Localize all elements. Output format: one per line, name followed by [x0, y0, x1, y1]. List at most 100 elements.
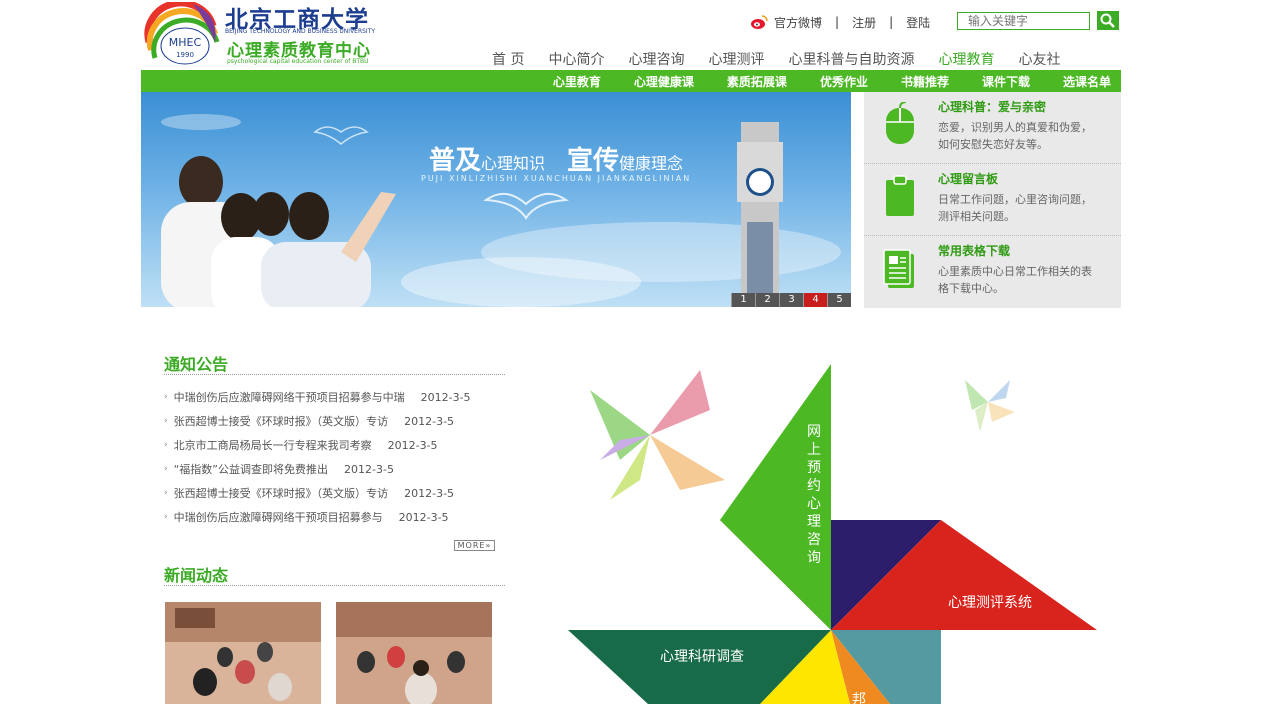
list-item[interactable]: › “福指数”公益调查即将免费推出 2012-3-5 — [164, 457, 509, 481]
nav-resources[interactable]: 心里科普与自助资源 — [776, 49, 926, 69]
notice-date: 2012-3-5 — [398, 510, 449, 524]
list-item[interactable]: › 北京市工商局杨局长一行专程来我司考察 2012-3-5 — [164, 433, 509, 457]
search-button[interactable] — [1097, 11, 1119, 30]
top-links: 官方微博 | 注册 | 登陆 — [750, 12, 930, 32]
service-pinwheel: 网上预约心理咨询 心理测评系统 心理科研调查 邦 — [560, 350, 1120, 704]
notice-text[interactable]: 张西超博士接受《环球时报》（英文版）专访 — [174, 413, 389, 429]
research-label[interactable]: 心理科研调查 — [660, 649, 744, 665]
subnav-book-recommend[interactable]: 书籍推荐 — [901, 73, 949, 90]
subnav-excellent-work[interactable]: 优秀作业 — [820, 73, 868, 90]
notice-text[interactable]: 张西超博士接受《环球时报》（英文版）专访 — [174, 485, 389, 501]
quick-link-desc: 恋爱，识别男人的真爱和伪爱，如何安慰失恋好友等。 — [938, 121, 1092, 151]
booking-label-char: 约 — [807, 478, 821, 494]
weibo-icon[interactable] — [750, 14, 768, 30]
subnav-health-course[interactable]: 心理健康课 — [634, 73, 694, 90]
mhec-logo-icon: MHEC 1990 — [144, 2, 220, 65]
quick-link-desc: 心里素质中心日常工作相关的表格下载中心。 — [938, 265, 1092, 295]
more-button[interactable]: MORE» — [454, 540, 495, 551]
news-photo-image — [165, 602, 321, 704]
booking-label-char: 上 — [807, 442, 821, 458]
sub-nav: 心里教育 心理健康课 素质拓展课 优秀作业 书籍推荐 课件下载 选课名单 — [141, 70, 1121, 92]
arrow-right-icon: › — [164, 416, 168, 426]
notice-date: 2012-3-5 — [404, 486, 455, 500]
nav-club[interactable]: 心友社 — [1006, 49, 1072, 69]
divider — [164, 374, 505, 375]
banner-slogan-1: 普及心理知识 — [429, 146, 546, 176]
nav-about[interactable]: 中心简介 — [536, 49, 616, 69]
quick-links-panel: 心理科普：爱与亲密 恋爱，识别男人的真爱和伪爱，如何安慰失恋好友等。 心理留言板… — [864, 92, 1121, 308]
divider — [164, 585, 505, 586]
clipboard-icon — [886, 175, 914, 216]
banner-page-3[interactable]: 3 — [779, 293, 803, 307]
list-item[interactable]: › 张西超博士接受《环球时报》（英文版）专访 2012-3-5 — [164, 481, 509, 505]
arrow-right-icon: › — [164, 440, 168, 450]
university-name-en: BEIJING TECHNOLOGY AND BUSINESS UNIVERSI… — [225, 28, 376, 35]
list-item[interactable]: › 张西超博士接受《环球时报》（英文版）专访 2012-3-5 — [164, 409, 509, 433]
document-icon — [883, 249, 914, 288]
banner-page-5[interactable]: 5 — [827, 293, 851, 307]
svg-text:1990: 1990 — [176, 51, 194, 59]
search-input[interactable] — [957, 12, 1090, 30]
list-item[interactable]: › 中瑞创伤后应激障碍网络干预项目招募参与中瑞 2012-3-5 — [164, 385, 509, 409]
quick-link-message-board[interactable]: 心理留言板 日常工作问题，心里咨询问题，测评相关问题。 — [864, 164, 1121, 236]
banner-page-2[interactable]: 2 — [755, 293, 779, 307]
banner-slideshow[interactable]: 普及心理知识 宣传健康理念 PUJI XINLIZHISHI XUANCHUAN… — [141, 92, 851, 307]
subnav-course-list[interactable]: 选课名单 — [1063, 73, 1111, 90]
assessment-label[interactable]: 心理测评系统 — [948, 595, 1032, 611]
notice-date: 2012-3-5 — [344, 462, 394, 476]
decorative-pinwheel — [965, 380, 1015, 432]
banner-page-1[interactable]: 1 — [731, 293, 755, 307]
banner-page-4[interactable]: 4 — [803, 293, 827, 307]
nav-counseling[interactable]: 心理咨询 — [616, 49, 696, 69]
banner-pager: 1 2 3 4 5 — [731, 293, 851, 307]
notice-date: 2012-3-5 — [387, 438, 438, 452]
subnav-expansion-course[interactable]: 素质拓展课 — [727, 73, 787, 90]
nav-education[interactable]: 心理教育 — [926, 49, 1006, 69]
arrow-right-icon: › — [164, 392, 168, 402]
banner-pinyin: PUJI XINLIZHISHI XUANCHUAN JIANKANGLINIA… — [421, 174, 692, 183]
notice-text[interactable]: 中瑞创伤后应激障碍网络干预项目招募参与中瑞 — [174, 389, 405, 405]
news-photo[interactable] — [165, 602, 321, 704]
mouse-icon — [886, 102, 914, 144]
banner-illustration — [161, 114, 841, 307]
quick-link-title: 常用表格下载 — [938, 244, 1011, 258]
decorative-pinwheel — [590, 370, 725, 500]
quick-link-love[interactable]: 心理科普：爱与亲密 恋爱，识别男人的真爱和伪爱，如何安慰失恋好友等。 — [864, 92, 1121, 164]
quick-link-title: 心理科普：爱与亲密 — [938, 100, 1047, 114]
quick-link-desc: 日常工作问题，心里咨询问题，测评相关问题。 — [938, 193, 1092, 223]
arrow-right-icon: › — [164, 512, 168, 522]
notice-text[interactable]: 中瑞创伤后应激障碍网络干预项目招募参与 — [174, 509, 383, 525]
main-nav: 首 页 中心简介 心理咨询 心理测评 心里科普与自助资源 心理教育 心友社 — [480, 49, 1072, 69]
notices-list: › 中瑞创伤后应激障碍网络干预项目招募参与中瑞 2012-3-5 › 张西超博士接受《… — [164, 385, 509, 529]
arrow-right-icon: › — [164, 464, 168, 474]
svg-text:MHEC: MHEC — [169, 36, 202, 49]
booking-label-char: 心 — [807, 496, 821, 512]
search-icon — [1100, 13, 1115, 28]
banner-slogan-2: 宣传健康理念 — [567, 146, 684, 176]
quick-link-forms-download[interactable]: 常用表格下载 心里素质中心日常工作相关的表格下载中心。 — [864, 236, 1121, 308]
news-photo[interactable] — [336, 602, 492, 704]
notice-text[interactable]: “福指数”公益调查即将免费推出 — [174, 461, 328, 477]
subnav-psych-education[interactable]: 心里教育 — [553, 73, 601, 90]
divider: | — [835, 15, 840, 29]
list-item[interactable]: › 中瑞创伤后应激障碍网络干预项目招募参与 2012-3-5 — [164, 505, 509, 529]
site-logo[interactable]: MHEC 1990 北京工商大学 BEIJING TECHNOLOGY AND … — [141, 0, 376, 70]
center-name-en: psychological capital education center o… — [227, 58, 369, 65]
login-link[interactable]: 登陆 — [906, 14, 930, 31]
subnav-courseware-download[interactable]: 课件下载 — [982, 73, 1030, 90]
arrow-right-icon: › — [164, 488, 168, 498]
quick-link-title: 心理留言板 — [938, 172, 999, 186]
nav-assessment[interactable]: 心理测评 — [696, 49, 776, 69]
nav-home[interactable]: 首 页 — [480, 49, 536, 69]
booking-label-char: 咨 — [807, 532, 821, 548]
register-link[interactable]: 注册 — [852, 14, 876, 31]
weibo-link[interactable]: 官方微博 — [774, 14, 822, 31]
notice-date: 2012-3-5 — [404, 414, 455, 428]
news-photo-image — [336, 602, 492, 704]
news-title: 新闻动态 — [164, 566, 229, 585]
booking-label-char: 询 — [807, 550, 821, 566]
partial-label: 邦 — [852, 692, 866, 704]
booking-label-char: 理 — [807, 514, 821, 530]
notice-text[interactable]: 北京市工商局杨局长一行专程来我司考察 — [174, 437, 372, 453]
booking-label-char: 预 — [807, 460, 821, 476]
